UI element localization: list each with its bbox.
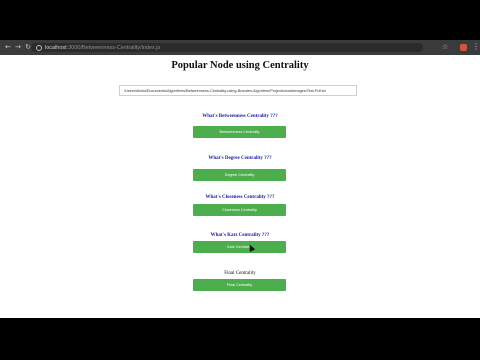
address-bar[interactable]: localhost:3000/Betweenness-Centrality/in…	[31, 43, 423, 52]
back-arrow-icon[interactable]: ←	[3, 40, 13, 55]
final-centrality-button[interactable]: Final Centrality	[193, 279, 286, 291]
menu-icon[interactable]: ⋮	[472, 42, 480, 51]
page-content: Popular Node using Centrality /Users/Abd…	[0, 55, 480, 318]
url-host: localhost	[45, 44, 67, 51]
browser-window: ← → ↻ localhost:3000/Betweenness-Central…	[0, 40, 480, 318]
question-degree: What's Degree Centrality ???	[208, 156, 272, 161]
final-centrality-label: Final Centrality	[224, 271, 256, 276]
page-title: Popular Node using Centrality	[171, 60, 309, 71]
file-path-input[interactable]: /Users/Abdul/Documents/Algorithms/Betwee…	[119, 85, 357, 96]
url-text: localhost:3000/Betweenness-Centrality/in…	[45, 45, 160, 51]
url-path: :3000/Betweenness-Centrality/index.js	[66, 44, 161, 51]
question-closeness: What's Closeness Centrality ???	[205, 195, 275, 200]
bookmark-star-icon[interactable]: ☆	[442, 43, 448, 51]
katz-centrality-button[interactable]: Katz Centrality	[193, 241, 286, 253]
info-icon[interactable]	[36, 44, 42, 51]
extension-icon[interactable]	[460, 44, 467, 51]
browser-toolbar: ← → ↻ localhost:3000/Betweenness-Central…	[0, 40, 480, 55]
question-betweenness: What's Betweenness Centrality ???	[202, 114, 278, 119]
closeness-centrality-button[interactable]: Closeness Centrality	[193, 204, 286, 216]
betweenness-centrality-button[interactable]: Betweenness Centrality	[193, 126, 286, 138]
question-katz: What's Katz Centrality ???	[210, 233, 270, 238]
forward-arrow-icon[interactable]: →	[13, 40, 23, 55]
degree-centrality-button[interactable]: Degree Centrality	[193, 169, 286, 181]
